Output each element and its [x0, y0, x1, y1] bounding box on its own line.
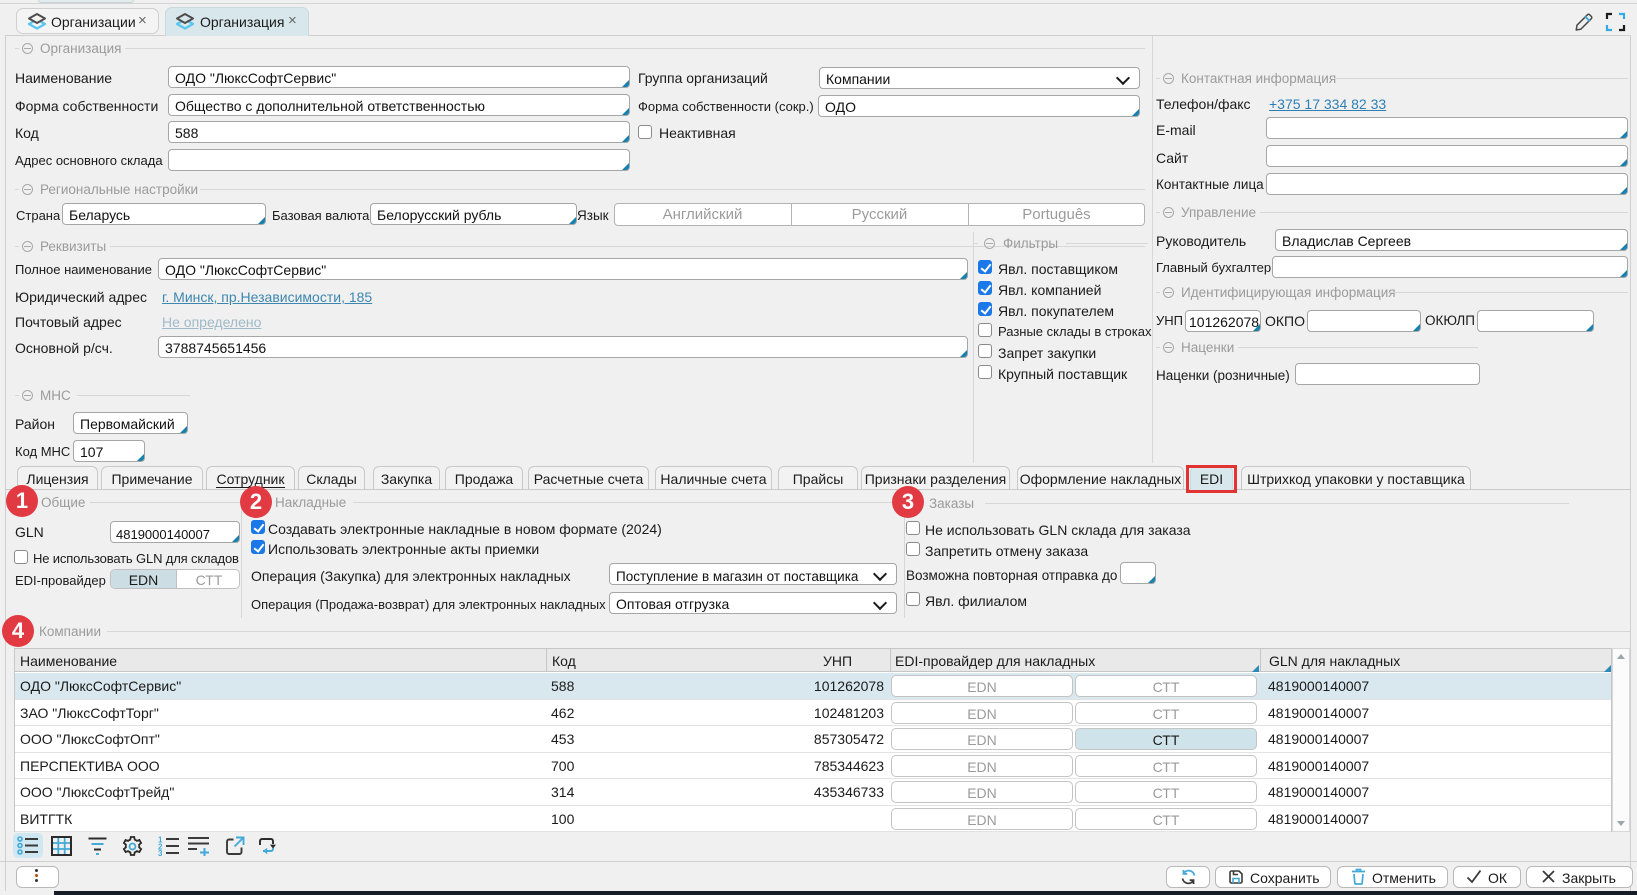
svg-text:3: 3	[158, 849, 163, 856]
